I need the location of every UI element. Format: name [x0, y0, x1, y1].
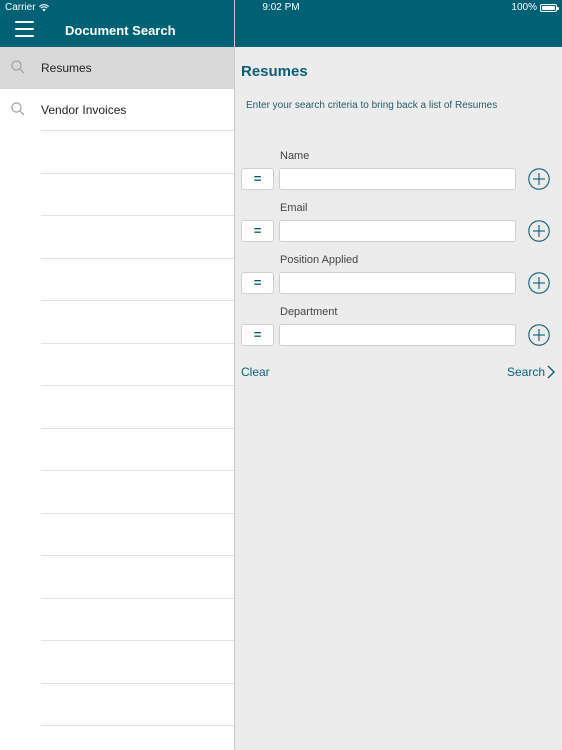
position-applied-input[interactable]: [279, 272, 516, 294]
email-operator-button[interactable]: =: [241, 220, 274, 242]
search-form-title: Resumes: [241, 63, 308, 80]
clear-button[interactable]: Clear: [241, 365, 270, 379]
empty-row: [41, 344, 234, 386]
empty-list-area: [0, 131, 234, 726]
empty-row: [41, 216, 234, 259]
clock: 9:02 PM: [262, 2, 300, 13]
list-item-resumes[interactable]: Resumes: [0, 47, 234, 89]
list-item-vendor-invoices[interactable]: Vendor Invoices: [0, 89, 234, 131]
name-input[interactable]: [279, 168, 516, 190]
empty-row: [41, 641, 234, 684]
empty-row: [41, 556, 234, 599]
battery-icon: [540, 3, 559, 12]
email-input[interactable]: [279, 220, 516, 242]
status-bar: Carrier 9:02 PM 100%: [0, 0, 562, 16]
empty-row: [41, 599, 234, 641]
search-type-list: Resumes Vendor Invoices: [0, 47, 234, 131]
empty-row: [41, 131, 234, 174]
add-criteria-icon[interactable]: [528, 220, 550, 242]
search-button-label: Search: [506, 365, 545, 379]
email-field-label: Email: [280, 202, 308, 214]
add-criteria-icon[interactable]: [528, 272, 550, 294]
position-applied-operator-button[interactable]: =: [241, 272, 274, 294]
empty-row: [41, 301, 234, 344]
list-item-label: Vendor Invoices: [41, 103, 127, 117]
hamburger-menu-icon[interactable]: [15, 21, 34, 37]
empty-row: [41, 174, 234, 216]
page-title: Document Search: [65, 23, 176, 38]
name-field-label: Name: [280, 150, 310, 162]
add-criteria-icon[interactable]: [528, 168, 550, 190]
chevron-right-icon: [547, 365, 555, 379]
empty-row: [41, 684, 234, 726]
department-field-label: Department: [280, 306, 338, 318]
master-pane: Document Search Resumes Vendor Invoices: [0, 0, 234, 750]
empty-row: [41, 429, 234, 471]
battery-percent: 100%: [511, 2, 537, 13]
search-instructions: Enter your search criteria to bring back…: [246, 100, 498, 111]
name-operator-button[interactable]: =: [241, 168, 274, 190]
search-button[interactable]: Search: [507, 365, 555, 379]
empty-row: [41, 386, 234, 429]
search-icon: [11, 60, 25, 74]
list-item-label: Resumes: [41, 61, 92, 75]
empty-row: [41, 471, 234, 514]
empty-row: [41, 514, 234, 556]
department-operator-button[interactable]: =: [241, 324, 274, 346]
department-input[interactable]: [279, 324, 516, 346]
add-criteria-icon[interactable]: [528, 324, 550, 346]
empty-row: [41, 259, 234, 301]
detail-pane: Resumes Enter your search criteria to br…: [235, 0, 562, 750]
position-applied-field-label: Position Applied: [280, 254, 359, 266]
search-icon: [11, 102, 25, 116]
battery-indicator: 100%: [511, 2, 559, 13]
